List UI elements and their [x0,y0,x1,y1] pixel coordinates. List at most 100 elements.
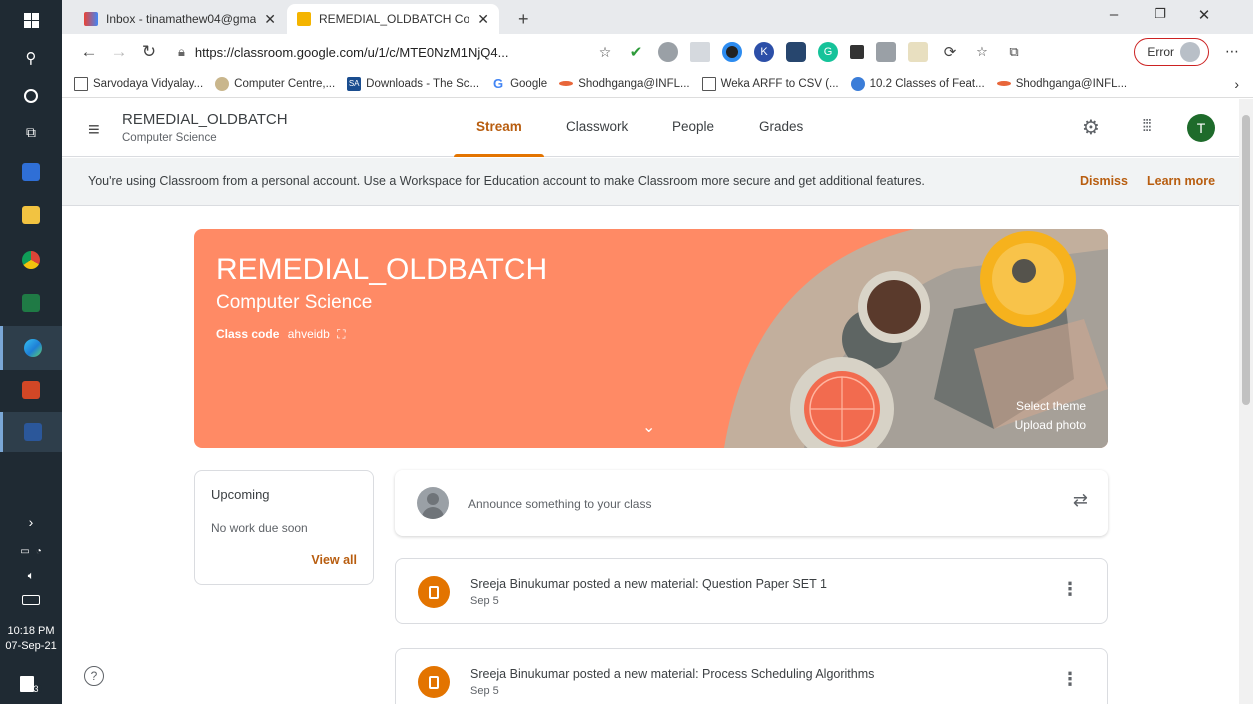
extension-icon[interactable] [722,42,742,62]
extension-icon[interactable] [786,42,806,62]
taskbar-clock[interactable]: 10:18 PM 07-Sep-21 [0,624,62,654]
extension-icon[interactable] [908,42,928,62]
tab-title: Inbox - tinamathew04@gmail.co [106,12,257,26]
site-icon [559,81,574,86]
favorite-star-icon[interactable]: ☆ [590,44,620,61]
page-icon [701,76,716,91]
taskbar-edge[interactable] [0,326,62,370]
view-all-link[interactable]: View all [311,553,357,567]
collections-icon[interactable]: ⧉ [1004,42,1024,62]
bookmark-item[interactable]: Weka ARFF to CSV (... [701,76,839,91]
page-scrollbar[interactable] [1239,99,1253,704]
address-bar[interactable]: 🔒︎ https://classroom.google.com/u/1/c/MT… [170,38,590,66]
taskbar-powerpoint[interactable] [0,370,62,410]
taskbar-app-1[interactable] [0,152,62,192]
windows-start-button[interactable] [0,0,62,40]
taskbar-search-button[interactable]: ⚲ [0,38,62,78]
profile-error-button[interactable]: Error [1134,38,1209,66]
chevron-down-icon[interactable]: ⌄ [642,417,655,437]
google-icon: G [493,76,504,91]
scrollbar-thumb[interactable] [1242,115,1250,405]
tab-classwork[interactable]: Classwork [566,119,628,134]
stream-post[interactable]: Sreeja Binukumar posted a new material: … [395,558,1108,624]
stream-post[interactable]: Sreeja Binukumar posted a new material: … [395,648,1108,704]
bookmark-item[interactable]: Shodhganga@INFL... [996,78,1127,90]
show-hidden-icons-button[interactable]: › [0,508,62,536]
reload-icon[interactable]: ↻ [134,42,164,62]
chrome-icon [22,251,40,269]
help-icon[interactable]: ? [84,666,104,686]
account-avatar[interactable]: T [1187,114,1215,142]
volume-icon: 🔈︎ [27,569,35,582]
upcoming-empty-text: No work due soon [211,521,308,535]
extensions-puzzle-icon[interactable]: ⟳ [940,42,960,62]
browser-tab-classroom[interactable]: REMEDIAL_OLDBATCH Compute ✕ [287,4,499,34]
bookmark-item[interactable]: Sarvodaya Vidyalay... [74,76,203,91]
favorites-icon[interactable]: ☆ [972,42,992,62]
checkmark-extension-icon[interactable]: ✔ [626,42,646,62]
classroom-app: ≡ REMEDIAL_OLDBATCH Computer Science Str… [62,99,1239,704]
close-tab-icon[interactable]: ✕ [477,11,489,28]
close-tab-icon[interactable]: ✕ [264,11,276,28]
gear-icon[interactable]: ⚙ [1082,115,1100,140]
new-tab-button[interactable]: + [508,4,539,34]
announce-box[interactable]: Announce something to your class ⇄ [395,470,1108,536]
learn-more-link[interactable]: Learn more [1147,174,1215,188]
forward-arrow-icon[interactable]: → [104,42,134,62]
tray-network[interactable]: ▭ ◔ [0,538,62,564]
class-name[interactable]: REMEDIAL_OLDBATCH [122,111,288,128]
k-extension-icon[interactable]: K [754,42,774,62]
browser-tab-gmail[interactable]: Inbox - tinamathew04@gmail.co ✕ [74,4,286,34]
banner-text: You're using Classroom from a personal a… [88,174,925,188]
action-center-button[interactable]: 3 [0,664,62,704]
tab-grades[interactable]: Grades [759,119,803,134]
more-vert-icon[interactable]: ⋮ [1061,669,1079,690]
announce-placeholder: Announce something to your class [468,497,652,511]
bookmark-item[interactable]: Computer Centre,... [215,76,335,91]
minimize-icon[interactable]: – [1100,6,1128,23]
tray-keyboard[interactable] [0,588,62,612]
bookmarks-overflow-icon[interactable]: › [1234,76,1239,92]
bookmark-item[interactable]: SA Downloads - The Sc... [347,76,479,91]
window-close-icon[interactable]: ✕ [1190,6,1218,24]
bookmark-item[interactable]: 10.2 Classes of Feat... [850,76,985,91]
restore-icon[interactable]: ❐ [1146,6,1174,22]
apps-grid-icon[interactable]: ⁞⁞⁞ [1142,116,1152,136]
extension-icon[interactable] [876,42,896,62]
grid-extension-icon[interactable] [850,45,864,59]
back-arrow-icon[interactable]: ← [74,42,104,62]
keyboard-icon [22,595,40,605]
dismiss-button[interactable]: Dismiss [1080,174,1128,188]
taskbar-word[interactable] [0,412,62,452]
material-icon [418,666,450,698]
upload-photo-link[interactable]: Upload photo [1015,418,1086,432]
tab-people[interactable]: People [672,119,714,134]
wifi-icon: ◔ [35,545,42,557]
taskbar-chrome[interactable] [0,240,62,280]
bookmark-item[interactable]: Shodhganga@INFL... [559,78,690,90]
tab-stream[interactable]: Stream [476,119,522,134]
clock-time: 10:18 PM [7,625,55,637]
taskbar-excel[interactable] [0,283,62,323]
post-date: Sep 5 [470,595,499,607]
site-icon [850,76,865,91]
material-icon [418,576,450,608]
fullscreen-icon[interactable]: ⛶ [337,327,345,341]
select-theme-link[interactable]: Select theme [1016,399,1086,413]
cortana-icon [24,89,38,103]
tray-volume[interactable]: 🔈︎ [0,564,62,588]
taskbar-task-view-button[interactable]: ⧉ [0,112,62,152]
bookmark-item[interactable]: G Google [491,76,547,91]
grammarly-icon[interactable]: G [818,42,838,62]
taskbar-cortana-button[interactable] [0,76,62,116]
more-vert-icon[interactable]: ⋮ [1061,579,1079,600]
menu-icon[interactable]: ≡ [88,119,100,142]
extension-icon[interactable] [658,42,678,62]
personal-account-banner: You're using Classroom from a personal a… [62,158,1239,206]
taskbar-file-explorer[interactable] [0,195,62,235]
excel-icon [22,294,40,312]
extension-icon[interactable] [690,42,710,62]
more-options-icon[interactable]: ⋯ [1225,43,1239,60]
reuse-post-icon[interactable]: ⇄ [1073,490,1088,511]
app-header: ≡ REMEDIAL_OLDBATCH Computer Science Str… [62,99,1239,157]
